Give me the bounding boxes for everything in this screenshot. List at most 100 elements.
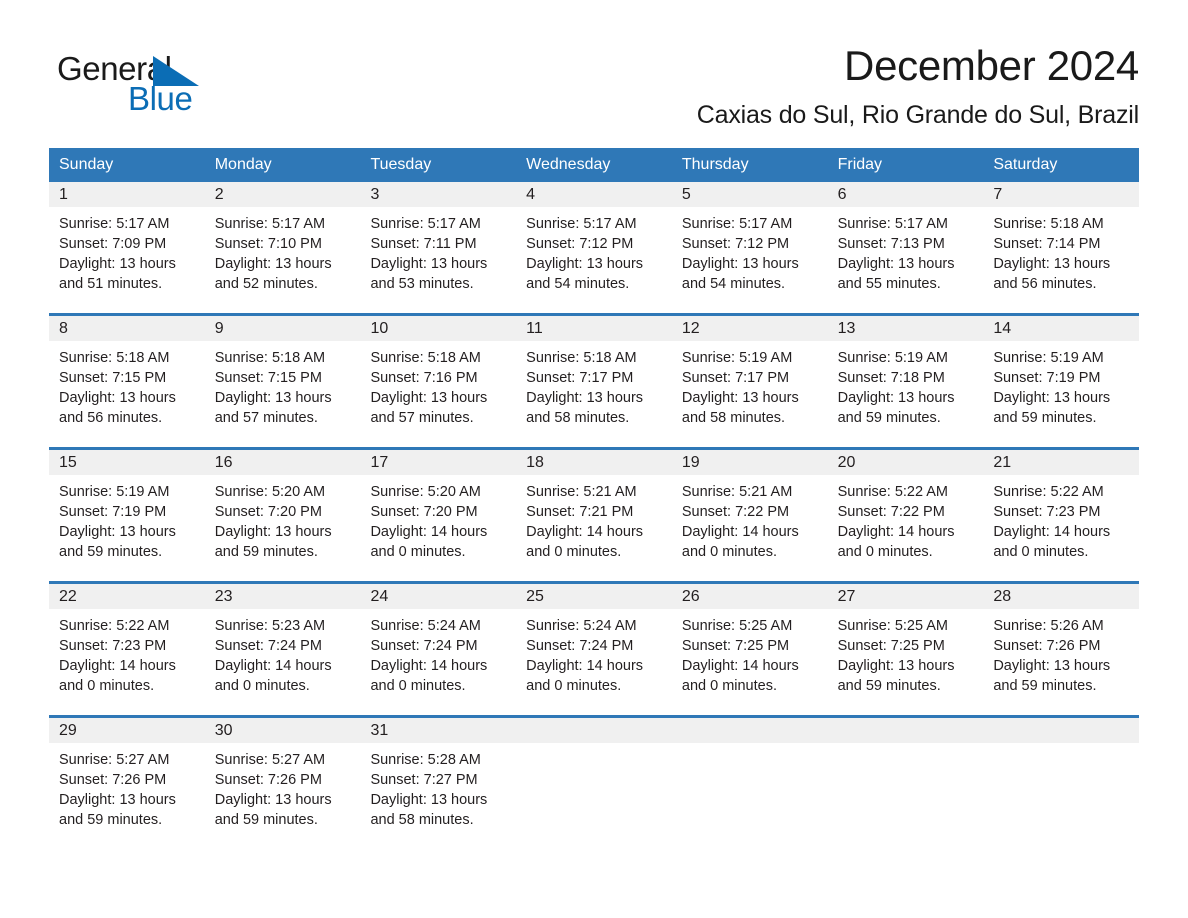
sunrise-text: Sunrise: 5:20 AM [370,484,481,501]
day-cell[interactable]: 10 Sunrise: 5:18 AM Sunset: 7:16 PM Dayligh… [360,316,517,447]
day-cell[interactable]: 25 Sunrise: 5:24 AM Sunset: 7:24 PM Dayligh… [516,584,672,715]
day-details: Sunrise: 5:19 AM Sunset: 7:19 PM Daylight:… [49,475,205,562]
daylight-text-line2: and 58 minutes. [370,812,474,829]
day-details: Sunrise: 5:25 AM Sunset: 7:25 PM Daylight:… [828,609,984,696]
daylight-text-line2: and 57 minutes. [370,410,474,427]
sunset-text: Sunset: 7:15 PM [59,370,167,387]
daylight-text-line2: and 0 minutes. [681,678,777,695]
sunrise-text: Sunrise: 5:22 AM [993,484,1104,501]
day-details: Sunrise: 5:17 AM Sunset: 7:12 PM Daylight:… [516,207,672,294]
sunset-text: Sunset: 7:26 PM [214,772,322,789]
day-details: Sunrise: 5:20 AM Sunset: 7:20 PM Daylight:… [360,475,516,562]
sunset-text: Sunset: 7:26 PM [993,638,1101,655]
weekday-saturday: Saturday [993,156,1058,174]
day-cell[interactable]: 19 Sunrise: 5:21 AM Sunset: 7:22 PM Dayligh… [671,450,828,581]
day-cell[interactable]: 26 Sunrise: 5:25 AM Sunset: 7:25 PM Dayligh… [671,584,828,715]
sunset-text: Sunset: 7:10 PM [214,236,322,253]
day-cell[interactable]: 15 Sunrise: 5:19 AM Sunset: 7:19 PM Dayligh… [49,450,205,581]
day-cell[interactable]: 12 Sunrise: 5:19 AM Sunset: 7:17 PM Dayligh… [671,316,828,447]
sunset-text: Sunset: 7:25 PM [681,638,790,655]
day-cell[interactable]: 9 Sunrise: 5:18 AM Sunset: 7:15 PM Daylight… [204,316,361,447]
day-cell[interactable]: 8 Sunrise: 5:18 AM Sunset: 7:15 PM Daylight… [49,316,205,447]
sunrise-text: Sunrise: 5:17 AM [681,216,793,233]
day-cell[interactable]: 3 Sunrise: 5:17 AM Sunset: 7:11 PM Daylight… [360,182,517,313]
daylight-text-line1: Daylight: 13 hours [993,390,1111,407]
daylight-text-line1: Daylight: 13 hours [59,390,176,407]
day-cell[interactable]: 23 Sunrise: 5:23 AM Sunset: 7:24 PM Dayligh… [204,584,361,715]
daylight-text-line1: Daylight: 14 hours [526,658,644,675]
day-cell[interactable]: 17 Sunrise: 5:20 AM Sunset: 7:20 PM Dayligh… [360,450,517,581]
day-number: 6 [827,182,984,208]
week-row: 15 Sunrise: 5:19 AM Sunset: 7:19 PM Dayligh… [49,447,1140,581]
day-details: Sunrise: 5:19 AM Sunset: 7:17 PM Daylight:… [672,341,828,428]
day-number: 18 [516,450,672,476]
sunset-text: Sunset: 7:21 PM [526,504,634,521]
day-cell[interactable]: 20 Sunrise: 5:22 AM Sunset: 7:22 PM Dayligh… [827,450,984,581]
sunrise-text: Sunrise: 5:18 AM [993,216,1104,233]
day-number: 21 [983,450,1140,476]
day-details: Sunrise: 5:18 AM Sunset: 7:15 PM Daylight:… [205,341,361,428]
daylight-text-line1: Daylight: 13 hours [681,390,799,407]
day-cell[interactable]: 30 Sunrise: 5:27 AM Sunset: 7:26 PM Dayligh… [204,718,361,836]
sunrise-text: Sunrise: 5:19 AM [837,350,949,367]
sunset-text: Sunset: 7:22 PM [837,504,945,521]
day-number: 30 [204,718,361,744]
logo[interactable]: General Blue [49,42,249,115]
daylight-text-line2: and 59 minutes. [993,410,1097,427]
day-details: Sunrise: 5:21 AM Sunset: 7:21 PM Daylight:… [516,475,672,562]
day-cell[interactable]: 28 Sunrise: 5:26 AM Sunset: 7:26 PM Dayligh… [983,584,1140,715]
sunset-text: Sunset: 7:19 PM [59,504,167,521]
day-cell[interactable]: 5 Sunrise: 5:17 AM Sunset: 7:12 PM Daylight… [671,182,828,313]
sunrise-text: Sunrise: 5:26 AM [993,618,1104,635]
day-number: 15 [49,450,205,476]
day-details: Sunrise: 5:18 AM Sunset: 7:14 PM Daylight:… [983,207,1139,294]
day-cell[interactable]: 27 Sunrise: 5:25 AM Sunset: 7:25 PM Dayligh… [827,584,984,715]
sunrise-text: Sunrise: 5:19 AM [681,350,793,367]
day-cell[interactable]: 4 Sunrise: 5:17 AM Sunset: 7:12 PM Daylight… [516,182,672,313]
daylight-text-line2: and 52 minutes. [214,276,318,293]
day-number: 23 [204,584,361,610]
day-cell[interactable]: 13 Sunrise: 5:19 AM Sunset: 7:18 PM Dayligh… [827,316,984,447]
daylight-text-line1: Daylight: 14 hours [526,524,644,541]
day-number: 4 [516,182,672,208]
day-cell[interactable]: 2 Sunrise: 5:17 AM Sunset: 7:10 PM Daylight… [204,182,361,313]
day-number: 28 [983,584,1140,610]
page-header: General Blue December 2024 Caxias do Sul… [49,0,1139,130]
day-details: Sunrise: 5:17 AM Sunset: 7:12 PM Daylight:… [672,207,828,294]
daylight-text-line1: Daylight: 13 hours [59,256,176,273]
sunrise-text: Sunrise: 5:27 AM [59,752,170,769]
day-cell[interactable]: 14 Sunrise: 5:19 AM Sunset: 7:19 PM Dayligh… [983,316,1140,447]
day-number: 19 [671,450,828,476]
day-number: 24 [360,584,517,610]
daylight-text-line1: Daylight: 14 hours [214,658,332,675]
sunset-text: Sunset: 7:19 PM [993,370,1101,387]
day-cell[interactable]: 7 Sunrise: 5:18 AM Sunset: 7:14 PM Daylight… [983,182,1140,313]
day-cell[interactable]: 29 Sunrise: 5:27 AM Sunset: 7:26 PM Dayligh… [49,718,205,836]
day-cell[interactable]: 16 Sunrise: 5:20 AM Sunset: 7:20 PM Dayligh… [204,450,361,581]
day-cell[interactable]: 24 Sunrise: 5:24 AM Sunset: 7:24 PM Dayligh… [360,584,517,715]
day-cell[interactable]: 1 Sunrise: 5:17 AM Sunset: 7:09 PM Daylight… [49,182,205,313]
day-number: 27 [827,584,984,610]
day-cell[interactable]: 11 Sunrise: 5:18 AM Sunset: 7:17 PM Dayligh… [516,316,672,447]
day-details: Sunrise: 5:22 AM Sunset: 7:22 PM Daylight:… [828,475,984,562]
day-cell[interactable]: 21 Sunrise: 5:22 AM Sunset: 7:23 PM Dayligh… [983,450,1140,581]
sunrise-text: Sunrise: 5:19 AM [993,350,1104,367]
daylight-text-line2: and 59 minutes. [59,812,163,829]
day-cell[interactable]: 22 Sunrise: 5:22 AM Sunset: 7:23 PM Dayligh… [49,584,205,715]
sunset-text: Sunset: 7:27 PM [370,772,478,789]
weekday-monday: Monday [214,156,272,174]
day-cell-empty [671,718,828,836]
daylight-text-line2: and 54 minutes. [526,276,630,293]
daylight-text-line2: and 56 minutes. [59,410,163,427]
daylight-text-line1: Daylight: 14 hours [59,658,176,675]
day-details: Sunrise: 5:19 AM Sunset: 7:19 PM Daylight:… [983,341,1139,428]
daylight-text-line1: Daylight: 13 hours [59,792,176,809]
weekday-friday: Friday [837,156,883,174]
title-block: December 2024 Caxias do Sul, Rio Grande … [249,42,1140,130]
day-cell[interactable]: 18 Sunrise: 5:21 AM Sunset: 7:21 PM Dayligh… [516,450,672,581]
week-row: 8 Sunrise: 5:18 AM Sunset: 7:15 PM Daylight… [49,313,1140,447]
sunset-text: Sunset: 7:24 PM [526,638,634,655]
day-cell[interactable]: 31 Sunrise: 5:28 AM Sunset: 7:27 PM Dayligh… [360,718,517,836]
sunrise-text: Sunrise: 5:18 AM [214,350,326,367]
day-cell[interactable]: 6 Sunrise: 5:17 AM Sunset: 7:13 PM Daylight… [827,182,984,313]
